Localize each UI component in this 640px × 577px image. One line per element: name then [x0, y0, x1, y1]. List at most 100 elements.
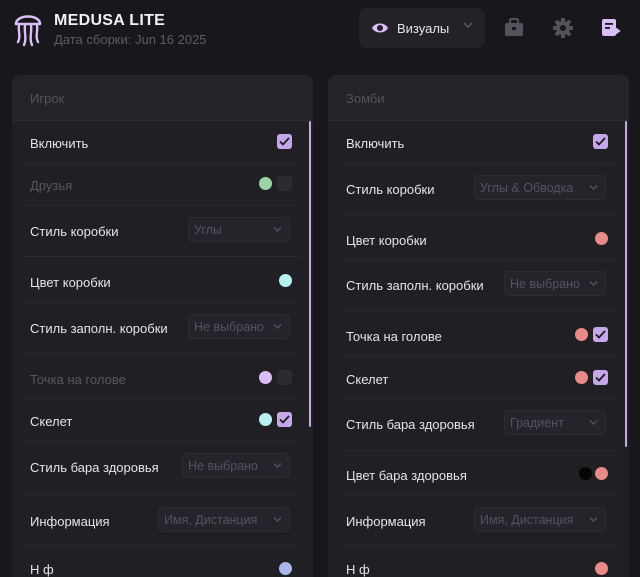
divider	[340, 260, 617, 261]
zombie-box-fill-dropdown[interactable]: Не выбрано	[504, 271, 606, 296]
zombie-head-dot-color[interactable]	[575, 328, 588, 341]
zombie-health-color-end[interactable]	[595, 467, 608, 480]
divider	[24, 545, 301, 546]
dropdown-value: Градиент	[510, 416, 564, 430]
player-info-dropdown[interactable]: Имя, Дистанция	[158, 507, 290, 532]
player-panel-title: Игрок	[12, 75, 313, 121]
zombie-box-color-label: Цвет коробки	[346, 233, 427, 248]
check-icon	[595, 373, 606, 382]
zombie-box-style-dropdown[interactable]: Углы & Обводка	[474, 175, 606, 200]
zombie-head-dot-checkbox[interactable]	[593, 327, 608, 342]
divider	[24, 398, 301, 399]
player-box-style-dropdown[interactable]: Углы	[188, 217, 290, 242]
zombie-panel: Зомби Включить Стиль коробки Углы & Обво…	[328, 75, 629, 577]
zombie-info-label: Информация	[346, 514, 426, 529]
tab-visuals-select[interactable]: Визуалы	[359, 8, 485, 48]
dropdown-value: Углы & Обводка	[480, 181, 574, 195]
dropdown-value: Не выбрано	[194, 320, 264, 334]
zombie-box-style-label: Стиль коробки	[346, 182, 435, 197]
dropdown-value: Не выбрано	[510, 277, 580, 291]
player-friends-color[interactable]	[259, 177, 272, 190]
divider	[340, 356, 617, 357]
build-date: Дата сборки: Jun 16 2025	[54, 32, 207, 47]
zombie-health-color-label: Цвет бара здоровья	[346, 468, 467, 483]
player-panel: Игрок Включить Друзья Стиль коробки Углы…	[12, 75, 313, 577]
check-icon	[595, 330, 606, 339]
zombie-skeleton-checkbox[interactable]	[593, 370, 608, 385]
eye-icon	[372, 23, 388, 33]
player-box-color-label: Цвет коробки	[30, 275, 111, 290]
zombie-next-label: Н ф	[346, 562, 370, 577]
divider	[24, 205, 301, 206]
player-box-color-swatch[interactable]	[279, 274, 292, 287]
gear-icon[interactable]	[552, 17, 574, 39]
player-friends-checkbox[interactable]	[277, 176, 292, 191]
dropdown-value: Не выбрано	[188, 459, 258, 473]
zombie-health-bar-dropdown[interactable]: Градиент	[504, 410, 606, 435]
zombie-panel-title: Зомби	[328, 75, 629, 121]
divider	[340, 310, 617, 311]
divider	[24, 256, 301, 257]
divider	[340, 398, 617, 399]
dropdown-value: Углы	[194, 223, 222, 237]
player-friends-label: Друзья	[30, 178, 73, 193]
player-next-label: Н ф	[30, 562, 54, 577]
zombie-box-fill-label: Стиль заполн. коробки	[346, 278, 484, 293]
app-title: MEDUSA LITE	[54, 12, 166, 29]
divider	[340, 163, 617, 164]
jellyfish-logo-icon	[14, 15, 42, 47]
check-icon	[279, 137, 290, 146]
zombie-next-color[interactable]	[595, 562, 608, 575]
chevron-down-icon	[589, 517, 598, 522]
player-health-bar-label: Стиль бара здоровья	[30, 460, 159, 475]
player-box-style-label: Стиль коробки	[30, 224, 119, 239]
divider	[24, 441, 301, 442]
chevron-down-icon	[589, 281, 598, 286]
player-next-color[interactable]	[279, 562, 292, 575]
zombie-info-dropdown[interactable]: Имя, Дистанция	[474, 507, 606, 532]
chevron-down-icon	[589, 420, 598, 425]
player-head-dot-checkbox[interactable]	[277, 370, 292, 385]
zombie-head-dot-label: Точка на голове	[346, 329, 442, 344]
player-scrollbar[interactable]	[309, 121, 311, 427]
zombie-health-color-start[interactable]	[579, 467, 592, 480]
check-icon	[595, 137, 606, 146]
check-icon	[279, 415, 290, 424]
briefcase-icon[interactable]	[503, 17, 525, 39]
divider	[24, 163, 301, 164]
receipt-icon[interactable]	[599, 17, 621, 39]
divider	[24, 353, 301, 354]
chevron-down-icon	[273, 463, 282, 468]
chevron-down-icon	[273, 227, 282, 232]
player-health-bar-dropdown[interactable]: Не выбрано	[182, 453, 290, 478]
divider	[24, 302, 301, 303]
chevron-down-icon	[589, 185, 598, 190]
player-box-fill-dropdown[interactable]: Не выбрано	[188, 314, 290, 339]
player-skeleton-checkbox[interactable]	[277, 412, 292, 427]
player-head-dot-color[interactable]	[259, 371, 272, 384]
divider	[340, 450, 617, 451]
header-bar: MEDUSA LITE Дата сборки: Jun 16 2025 Виз…	[0, 0, 640, 60]
divider	[340, 494, 617, 495]
divider	[24, 494, 301, 495]
player-enable-checkbox[interactable]	[277, 134, 292, 149]
player-enable-label: Включить	[30, 136, 89, 151]
player-box-fill-label: Стиль заполн. коробки	[30, 321, 168, 336]
zombie-skeleton-label: Скелет	[346, 372, 389, 387]
zombie-scrollbar[interactable]	[625, 121, 627, 447]
zombie-skeleton-color[interactable]	[575, 371, 588, 384]
player-info-label: Информация	[30, 514, 110, 529]
chevron-down-icon	[463, 22, 473, 29]
divider	[340, 545, 617, 546]
zombie-box-color-swatch[interactable]	[595, 232, 608, 245]
player-skeleton-color[interactable]	[259, 413, 272, 426]
tab-visuals-label: Визуалы	[397, 20, 450, 36]
zombie-enable-checkbox[interactable]	[593, 134, 608, 149]
zombie-health-bar-label: Стиль бара здоровья	[346, 417, 475, 432]
chevron-down-icon	[273, 324, 282, 329]
chevron-down-icon	[273, 517, 282, 522]
zombie-enable-label: Включить	[346, 136, 405, 151]
player-head-dot-label: Точка на голове	[30, 372, 126, 387]
dropdown-value: Имя, Дистанция	[164, 513, 258, 527]
dropdown-value: Имя, Дистанция	[480, 513, 574, 527]
